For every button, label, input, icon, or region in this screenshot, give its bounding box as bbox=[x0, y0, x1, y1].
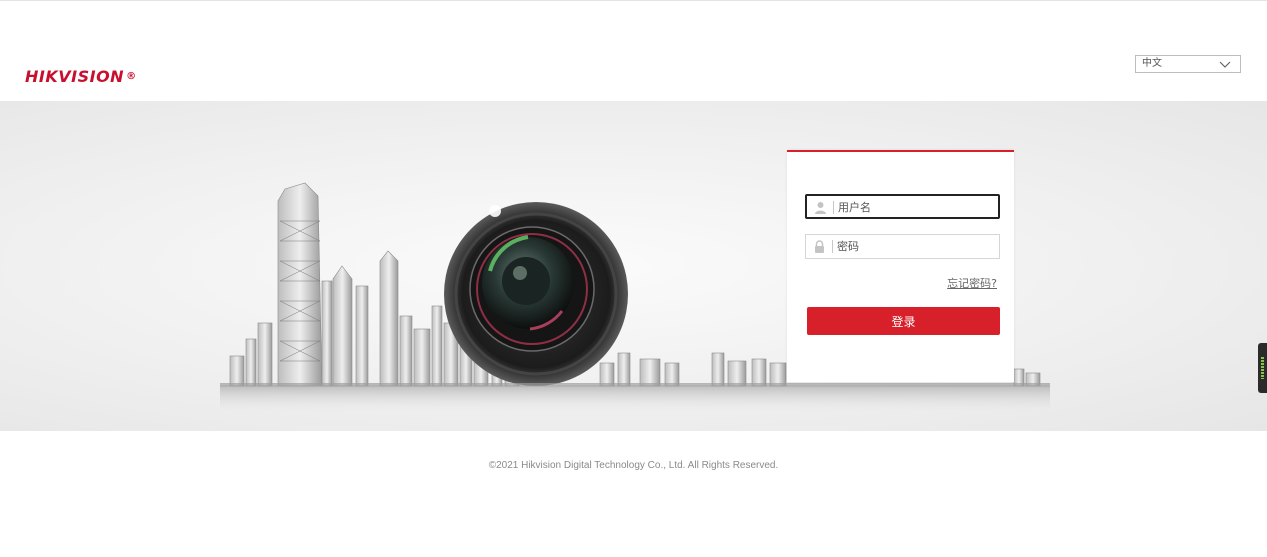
field-divider bbox=[833, 201, 834, 214]
logo-text-rest: VISION bbox=[58, 67, 125, 86]
login-panel: 忘记密码? 登录 bbox=[787, 150, 1014, 382]
field-divider bbox=[832, 240, 833, 253]
hikvision-logo: HIKVISION ® bbox=[25, 67, 137, 87]
username-input[interactable] bbox=[838, 198, 993, 217]
city-camera-illustration bbox=[220, 182, 1050, 413]
forgot-password-link[interactable]: 忘记密码? bbox=[947, 275, 997, 291]
copyright-footer: ©2021 Hikvision Digital Technology Co., … bbox=[488, 460, 779, 471]
top-border bbox=[0, 0, 1267, 1]
chevron-down-icon bbox=[1219, 61, 1231, 68]
login-button[interactable]: 登录 bbox=[807, 307, 1000, 335]
camera-lens bbox=[444, 202, 628, 386]
hero-banner bbox=[0, 101, 1267, 431]
registered-mark: ® bbox=[126, 71, 137, 82]
password-field[interactable] bbox=[805, 234, 1000, 259]
password-input[interactable] bbox=[837, 237, 992, 256]
lock-icon bbox=[815, 240, 824, 253]
user-icon bbox=[815, 202, 826, 214]
language-selected: 中文 bbox=[1142, 58, 1162, 69]
logo-text-bold: HIK bbox=[25, 67, 59, 86]
language-select[interactable]: 中文 bbox=[1135, 55, 1241, 73]
handle-grip-icon bbox=[1261, 357, 1264, 379]
side-panel-handle[interactable] bbox=[1258, 343, 1267, 393]
username-field[interactable] bbox=[805, 194, 1000, 219]
